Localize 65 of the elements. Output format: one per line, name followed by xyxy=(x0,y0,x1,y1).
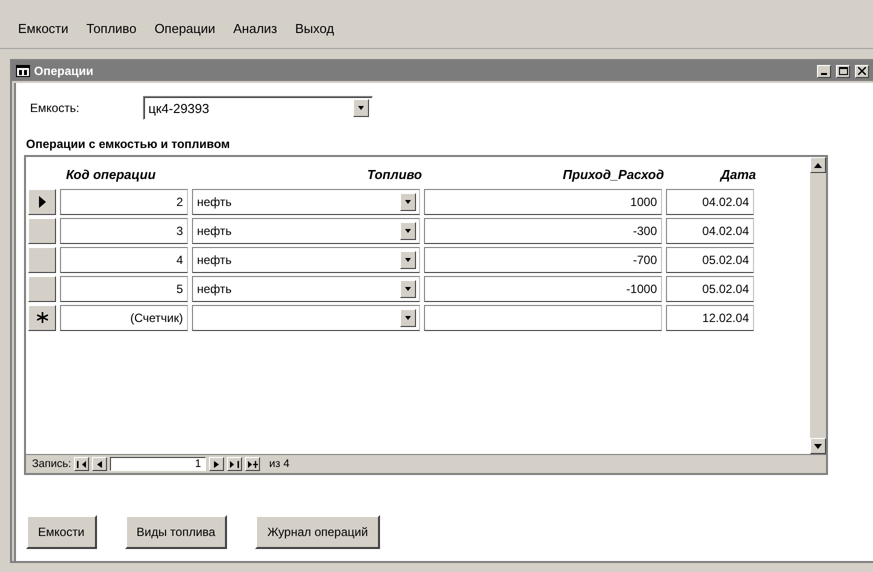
new-record-button[interactable] xyxy=(245,457,260,471)
column-header: Топливо xyxy=(366,166,423,182)
table-cell[interactable]: 04.02.04 xyxy=(666,188,754,214)
subform-label: Операции с емкостью и топливом xyxy=(26,137,231,151)
next-record-button[interactable] xyxy=(209,457,224,471)
previous-record-icon xyxy=(97,460,102,468)
record-selector[interactable] xyxy=(28,276,56,302)
table-cell[interactable]: 04.02.04 xyxy=(666,218,754,244)
table-cell[interactable]: 5 xyxy=(60,276,188,302)
form-button[interactable]: Емкости xyxy=(26,515,97,549)
table-cell[interactable]: -1000 xyxy=(424,276,662,302)
next-record-icon xyxy=(214,460,220,468)
table-cell[interactable]: -300 xyxy=(424,218,662,244)
table-cell[interactable]: 2 xyxy=(60,188,188,214)
record-selector[interactable] xyxy=(28,218,56,244)
table-cell[interactable]: 1000 xyxy=(424,188,662,214)
previous-record-button[interactable] xyxy=(92,457,108,471)
scroll-down-icon xyxy=(814,444,822,448)
close-button[interactable] xyxy=(855,64,869,78)
fuel-combo-box[interactable]: нефть xyxy=(192,246,420,272)
tank-label: Емкость: xyxy=(30,101,80,115)
column-header: Код операции xyxy=(65,166,157,182)
scroll-up-icon xyxy=(814,162,822,168)
table-cell[interactable] xyxy=(424,304,662,330)
record-pointer-icon xyxy=(38,196,46,208)
table-cell[interactable]: 12.02.04 xyxy=(666,304,754,330)
record-count: из 4 xyxy=(269,458,290,470)
record-selector[interactable] xyxy=(28,304,56,330)
column-header: Дата xyxy=(718,166,757,182)
fuel-combo-box[interactable]: нефть xyxy=(192,188,420,214)
window-title: Операции xyxy=(34,64,94,78)
tank-combo-box[interactable]: цк4-29393 xyxy=(143,96,374,120)
fuel-combo-box[interactable] xyxy=(192,304,420,330)
record-number-field[interactable]: 1 xyxy=(110,457,206,471)
maximize-button[interactable] xyxy=(836,64,850,78)
table-cell[interactable]: 4 xyxy=(60,246,188,272)
scrollbar[interactable] xyxy=(809,157,826,454)
record-selector[interactable] xyxy=(28,188,56,214)
menu-item[interactable]: Топливо xyxy=(84,18,138,38)
first-record-button[interactable] xyxy=(74,457,90,471)
first-record-icon xyxy=(77,460,86,468)
form-icon xyxy=(16,65,30,77)
record-label: Запись: xyxy=(32,458,72,470)
menu-item[interactable]: Выход xyxy=(293,18,336,38)
table-cell[interactable]: -700 xyxy=(424,246,662,272)
form-button[interactable]: Виды топлива xyxy=(124,515,228,549)
last-record-icon xyxy=(230,460,240,468)
menu-item[interactable]: Емкости xyxy=(16,18,70,38)
column-header: Приход_Расход xyxy=(562,166,665,182)
table-cell[interactable]: 05.02.04 xyxy=(666,276,754,302)
close-icon xyxy=(858,67,866,75)
asterisk-icon xyxy=(36,312,48,323)
form-button[interactable]: Журнал операций xyxy=(255,515,380,549)
fuel-combo-box[interactable]: нефть xyxy=(192,218,420,244)
table-cell[interactable]: 05.02.04 xyxy=(666,246,754,272)
fuel-combo-box[interactable]: нефть xyxy=(192,276,420,302)
last-record-button[interactable] xyxy=(227,457,242,471)
maximize-icon xyxy=(838,67,848,75)
table-cell[interactable]: (Счетчик) xyxy=(60,304,188,330)
record-selector[interactable] xyxy=(28,246,56,272)
menu-item[interactable]: Анализ xyxy=(231,18,280,38)
new-record-icon xyxy=(248,460,258,468)
minimize-button[interactable] xyxy=(817,64,831,78)
table-cell[interactable]: 3 xyxy=(60,218,188,244)
menu-item[interactable]: Операции xyxy=(152,18,218,38)
